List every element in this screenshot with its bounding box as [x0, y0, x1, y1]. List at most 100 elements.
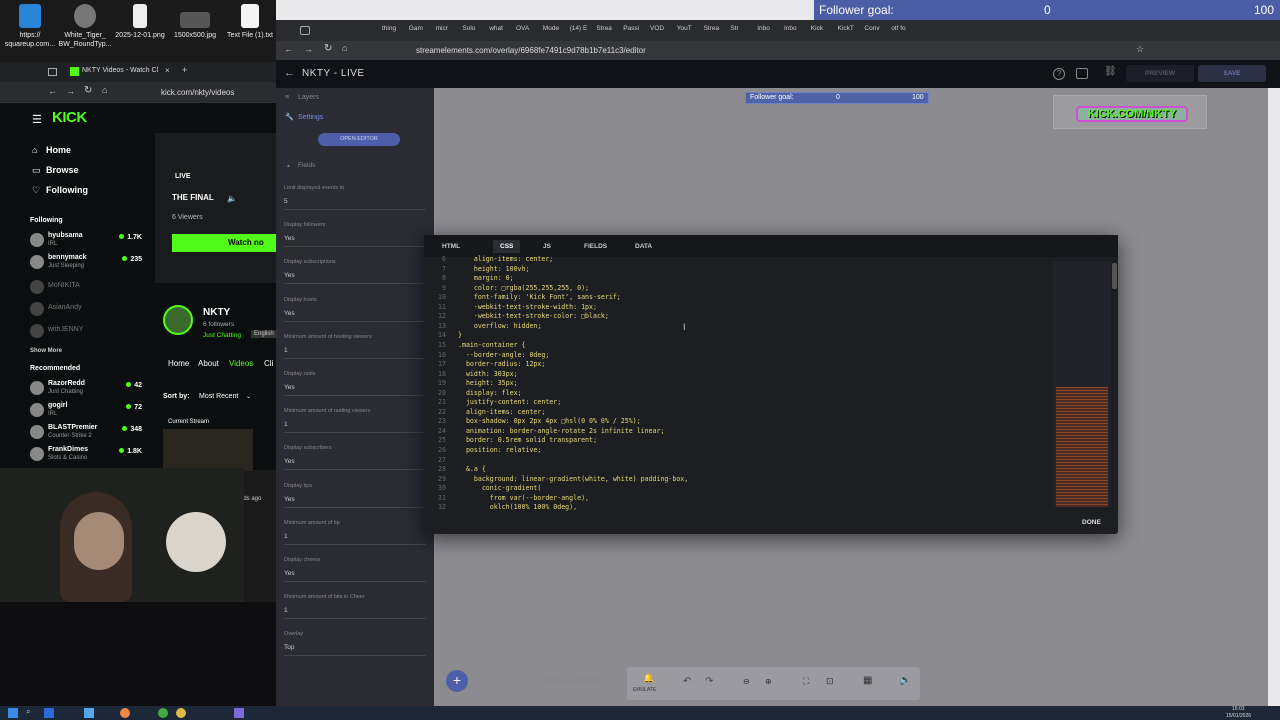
code-line[interactable]: height: 35px;: [458, 379, 518, 389]
browser-tab[interactable]: what: [489, 25, 503, 32]
field-value[interactable]: Yes: [284, 384, 426, 396]
tab-fields[interactable]: FIELDS: [584, 243, 607, 250]
search-icon[interactable]: ⌕: [26, 707, 30, 717]
home-icon[interactable]: ⌂: [342, 43, 347, 53]
field-value[interactable]: Yes: [284, 570, 426, 582]
open-editor-button[interactable]: OPEN EDITOR: [318, 133, 400, 146]
offline-channel[interactable]: MoNIKITA: [30, 278, 142, 298]
code-minimap[interactable]: [1054, 261, 1111, 507]
add-widget-button[interactable]: +: [446, 670, 468, 692]
field-value[interactable]: 5: [284, 198, 426, 210]
code-line[interactable]: background: linear-gradient(white, white…: [458, 475, 688, 485]
browser-icon[interactable]: [176, 708, 186, 718]
code-line[interactable]: &.a {: [458, 465, 486, 475]
recommended-channel[interactable]: gogirl IRL 72: [30, 401, 142, 421]
browser-tab[interactable]: YouT: [677, 25, 692, 32]
app-icon[interactable]: [44, 708, 54, 718]
code-line[interactable]: display: flex;: [458, 389, 522, 399]
menu-icon[interactable]: ☰: [32, 113, 42, 126]
zoom-in-icon[interactable]: ⊕: [765, 677, 772, 686]
reload-icon[interactable]: ↻: [324, 43, 332, 54]
field-value[interactable]: Yes: [284, 496, 426, 508]
layers-tab[interactable]: Layers: [298, 94, 319, 101]
browser-tab[interactable]: thing: [382, 25, 396, 32]
code-line[interactable]: overflow: hidden;: [458, 322, 542, 332]
clock-time[interactable]: 16:03: [1232, 706, 1245, 712]
browser-tab[interactable]: Strea: [704, 25, 720, 32]
code-line[interactable]: border-radius: 12px;: [458, 360, 545, 370]
tab-clips[interactable]: Cli: [264, 359, 273, 368]
channel-category[interactable]: Just Chatting: [203, 332, 241, 339]
code-line[interactable]: border: 0.5rem solid transparent;: [458, 436, 597, 446]
code-line[interactable]: color: □rgba(255,255,255, 0);: [458, 284, 589, 294]
code-line[interactable]: conic-gradient(: [458, 484, 542, 494]
browser-tab[interactable]: Passi: [623, 25, 639, 32]
tab-actions-icon[interactable]: [300, 26, 310, 35]
tab-about[interactable]: About: [198, 359, 219, 368]
recommended-channel[interactable]: RazorRedd Just Chatting 42: [30, 379, 142, 399]
field-value[interactable]: Yes: [284, 458, 426, 471]
code-line[interactable]: align-items: center;: [458, 408, 545, 418]
start-icon[interactable]: [8, 708, 18, 718]
following-channel[interactable]: hyubsama IRL 1.7K: [30, 231, 142, 251]
field-value[interactable]: Top: [284, 644, 426, 657]
nav-following[interactable]: Following: [46, 185, 88, 195]
recommended-channel[interactable]: FrankDimes Slots & Casino 1.8K: [30, 445, 142, 465]
speaker-icon[interactable]: 🔈: [227, 194, 237, 203]
code-line[interactable]: box-shadow: 0px 2px 4px □hsl(0 0% 0% / 2…: [458, 417, 641, 427]
back-arrow-icon[interactable]: ←: [284, 67, 295, 79]
browser-tab[interactable]: Mode: [543, 25, 559, 32]
browser-tab[interactable]: micr: [436, 25, 448, 32]
browser-tab[interactable]: Solo: [462, 25, 475, 32]
canvas-follower-goal[interactable]: Follower goal: 0 100: [745, 92, 929, 104]
browser-tab[interactable]: Kick: [811, 25, 823, 32]
browser-tab[interactable]: (14) E: [570, 25, 588, 32]
speaker-icon[interactable]: 🔈: [899, 675, 911, 686]
browser-tab[interactable]: OVA: [516, 25, 529, 32]
desktop-icon-image[interactable]: White_Tiger_ BW_RoundTyp...: [55, 4, 115, 49]
browser-tab[interactable]: Gam: [409, 25, 423, 32]
recommended-channel[interactable]: BLASTPremier Counter-Strike 2 348: [30, 423, 142, 443]
tab-js[interactable]: JS: [543, 243, 551, 250]
back-icon[interactable]: ←: [284, 44, 293, 54]
app-icon[interactable]: [234, 708, 244, 718]
code-line[interactable]: height: 100vh;: [458, 265, 530, 275]
done-button[interactable]: DONE: [1082, 519, 1101, 526]
save-button[interactable]: SAVE: [1198, 65, 1266, 82]
browser-tab[interactable]: Inbo: [784, 25, 797, 32]
editor-scrollbar[interactable]: [1112, 263, 1117, 289]
clock-date[interactable]: 15/01/2026: [1226, 713, 1251, 719]
address-input[interactable]: streamelements.com/overlay/6968fe7491c9d…: [416, 46, 646, 55]
kick-logo[interactable]: KICK: [52, 109, 87, 126]
fullscreen-icon[interactable]: ⛶: [803, 676, 809, 687]
forward-icon[interactable]: →: [66, 86, 75, 96]
tab-css[interactable]: CSS: [493, 240, 521, 253]
browser-tab[interactable]: Strea: [596, 25, 612, 32]
code-line[interactable]: animation: border-angle-rotate 2s infini…: [458, 427, 665, 437]
nav-home[interactable]: Home: [46, 145, 71, 155]
desktop-icon-link[interactable]: https:// squareup.com...: [0, 4, 60, 49]
field-value[interactable]: 1: [284, 421, 426, 434]
reload-icon[interactable]: ↻: [84, 85, 92, 96]
fit-icon[interactable]: ⊡: [826, 676, 834, 687]
preview-button[interactable]: PREVIEW: [1126, 65, 1194, 82]
browser-tab[interactable]: KickT: [838, 25, 854, 32]
redo-icon[interactable]: ↷: [705, 676, 713, 687]
code-line[interactable]: from var(--border-angle),: [458, 494, 589, 504]
tab-home[interactable]: Home: [168, 359, 189, 368]
forward-icon[interactable]: →: [304, 44, 313, 54]
desktop-icon-png[interactable]: 2025-12-01.png: [110, 4, 170, 40]
settings-tab[interactable]: Settings: [298, 114, 323, 121]
channel-avatar[interactable]: [163, 305, 193, 335]
browser-tab[interactable]: otf fo: [891, 25, 905, 32]
offline-channel[interactable]: AsianAndy: [30, 300, 142, 320]
nav-browse[interactable]: Browse: [46, 165, 79, 175]
emulate-label[interactable]: EMULATE: [633, 687, 656, 693]
new-tab-icon[interactable]: +: [182, 65, 187, 75]
close-tab-icon[interactable]: ×: [165, 66, 170, 75]
undo-icon[interactable]: ↶: [683, 676, 691, 687]
code-line[interactable]: -webkit-text-stroke-width: 1px;: [458, 303, 597, 313]
desktop-icon-jpg[interactable]: 1500x500.jpg: [165, 4, 225, 40]
show-more-link[interactable]: Show More: [30, 348, 62, 354]
kick-tab-title[interactable]: NKTY Videos - Watch Cl: [82, 67, 158, 74]
